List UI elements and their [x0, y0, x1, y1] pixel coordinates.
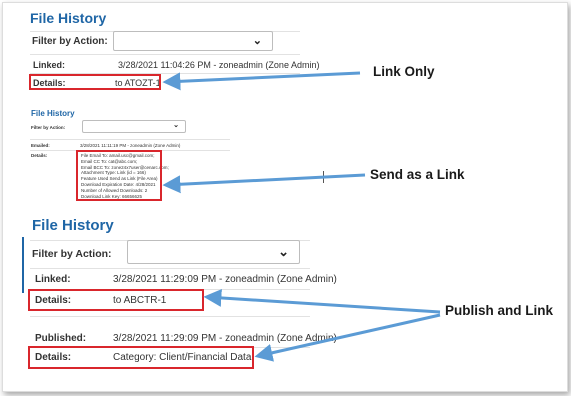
- callout-arrows: [162, 71, 441, 362]
- callout-link-only: Link Only: [373, 64, 435, 79]
- arrow-left-icon: [162, 71, 361, 91]
- arrow-left-icon: [203, 288, 441, 314]
- callout-send-as-link: Send as a Link: [370, 167, 465, 182]
- callout-publish-and-link: Publish and Link: [445, 303, 554, 318]
- arrow-left-icon: [162, 173, 366, 194]
- arrow-left-icon: [254, 313, 441, 362]
